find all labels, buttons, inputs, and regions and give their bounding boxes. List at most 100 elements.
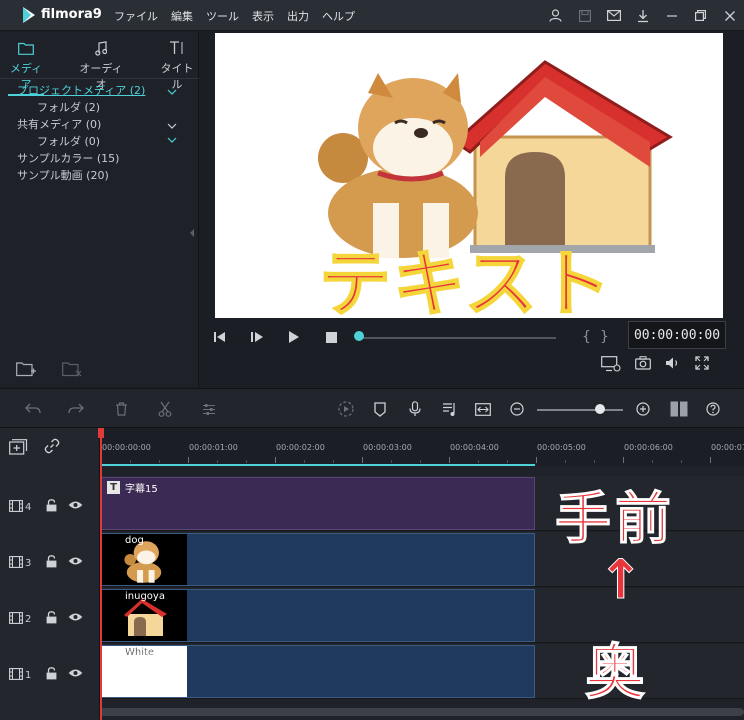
playhead[interactable] <box>100 428 102 720</box>
clip-label: White <box>125 647 155 658</box>
folder-icon <box>18 42 34 55</box>
title-badge-icon: T <box>107 481 120 494</box>
clip-label: 字幕15 <box>125 484 158 495</box>
track-number: 4 <box>25 502 32 513</box>
undo-button[interactable] <box>24 400 42 418</box>
redo-button[interactable] <box>67 400 85 418</box>
menu-export[interactable]: 出力 <box>287 8 309 24</box>
mark-in-button[interactable]: { <box>582 329 591 345</box>
tree-item-project-media[interactable]: プロジェクトメディア (2) <box>17 82 145 98</box>
track-number: 2 <box>25 614 32 625</box>
collapse-panel-icon[interactable] <box>189 228 195 238</box>
close-icon[interactable] <box>715 0 744 31</box>
track-header-4: 4 <box>0 478 100 533</box>
add-track-icon[interactable] <box>9 439 28 455</box>
fit-timeline-button[interactable] <box>474 400 492 418</box>
zoom-slider-handle[interactable] <box>595 404 605 414</box>
clip-label: inugoya <box>125 591 165 602</box>
stop-button[interactable] <box>322 328 340 346</box>
play-button[interactable] <box>285 328 303 346</box>
time-ruler[interactable]: 00:00:00:00 00:00:01:00 00:00:02:00 00:0… <box>100 428 744 466</box>
play-icon <box>289 331 299 343</box>
eye-icon[interactable] <box>68 612 83 622</box>
chevron-down-icon[interactable] <box>167 135 177 145</box>
zoom-slider-track[interactable] <box>537 409 623 411</box>
redo-icon <box>68 403 84 414</box>
add-folder-icon[interactable] <box>16 361 36 377</box>
scissors-icon <box>158 401 172 417</box>
work-area-bar[interactable] <box>100 464 535 466</box>
ruler-label: 00:00:02:00 <box>276 443 325 452</box>
eye-icon[interactable] <box>68 556 83 566</box>
delete-folder-icon[interactable] <box>62 361 82 377</box>
playhead-handle[interactable] <box>98 428 104 438</box>
tree-item-sample-colors[interactable]: サンプルカラー (15) <box>17 150 119 166</box>
menu-tools[interactable]: ツール <box>206 8 239 24</box>
eye-icon[interactable] <box>68 500 83 510</box>
preview-canvas: テキスト <box>215 33 723 318</box>
lock-icon[interactable] <box>46 611 57 624</box>
snapshot-camera-icon[interactable] <box>635 356 651 370</box>
dog-house-thumbnail-icon <box>124 599 167 636</box>
mark-out-button[interactable]: } <box>600 329 609 345</box>
dog-thumbnail-icon <box>124 541 162 583</box>
title-text-icon <box>170 41 183 54</box>
voiceover-button[interactable] <box>406 400 424 418</box>
video-clip[interactable]: dog <box>100 533 535 586</box>
clip-thumbnail <box>101 534 187 585</box>
tree-item-shared-media[interactable]: 共有メディア (0) <box>17 116 101 132</box>
title-clip[interactable]: T 字幕15 <box>100 477 535 530</box>
download-icon[interactable] <box>628 0 657 31</box>
undo-icon <box>25 403 41 414</box>
zoom-in-button[interactable] <box>634 400 652 418</box>
film-strip-icon <box>9 556 23 568</box>
eye-icon[interactable] <box>68 668 83 678</box>
help-button[interactable] <box>704 400 722 418</box>
save-icon[interactable] <box>570 0 599 31</box>
menu-view[interactable]: 表示 <box>252 8 274 24</box>
audio-mixer-button[interactable] <box>440 400 458 418</box>
timeline-scrollbar[interactable] <box>100 708 744 716</box>
trash-icon <box>115 402 127 416</box>
track-number: 3 <box>25 558 32 569</box>
step-back-button[interactable] <box>211 328 229 346</box>
tree-item-shared-folder[interactable]: フォルダ (0) <box>37 133 100 149</box>
delete-button[interactable] <box>112 400 130 418</box>
marker-button[interactable] <box>371 400 389 418</box>
mail-icon[interactable] <box>599 0 628 31</box>
fullscreen-icon[interactable] <box>695 356 709 370</box>
edit-toolbar <box>0 388 744 428</box>
link-icon[interactable] <box>44 438 60 454</box>
panel-footer <box>16 361 82 377</box>
split-view-button[interactable] <box>670 400 688 418</box>
cut-button[interactable] <box>156 400 174 418</box>
lock-icon[interactable] <box>46 555 57 568</box>
scrub-handle[interactable] <box>354 331 364 341</box>
zoom-out-button[interactable] <box>508 400 526 418</box>
menu-help[interactable]: ヘルプ <box>322 8 355 24</box>
menu-edit[interactable]: 編集 <box>171 8 193 24</box>
minimize-icon[interactable] <box>657 0 686 31</box>
scrub-bar[interactable] <box>361 337 556 339</box>
video-clip[interactable]: inugoya <box>100 589 535 642</box>
render-button[interactable] <box>337 400 355 418</box>
render-settings-icon[interactable] <box>601 356 621 372</box>
step-forward-button[interactable] <box>248 328 266 346</box>
chevron-down-icon[interactable] <box>167 121 177 131</box>
video-clip[interactable]: White <box>100 645 535 698</box>
tree-item-folder[interactable]: フォルダ (2) <box>37 99 100 115</box>
lock-icon[interactable] <box>46 667 57 680</box>
menu-file[interactable]: ファイル <box>114 8 158 24</box>
lock-icon[interactable] <box>46 499 57 512</box>
adjust-button[interactable] <box>200 400 218 418</box>
help-icon <box>706 402 720 416</box>
user-icon[interactable] <box>541 0 570 31</box>
overlay-text: テキスト <box>318 241 613 318</box>
tab-title[interactable]: タイトル <box>156 38 198 92</box>
restore-icon[interactable] <box>686 0 715 31</box>
chevron-down-icon[interactable] <box>167 87 177 97</box>
volume-icon[interactable] <box>665 356 681 370</box>
columns-icon <box>670 401 688 417</box>
tree-item-sample-videos[interactable]: サンプル動画 (20) <box>17 167 109 183</box>
step-back-icon <box>214 332 225 342</box>
